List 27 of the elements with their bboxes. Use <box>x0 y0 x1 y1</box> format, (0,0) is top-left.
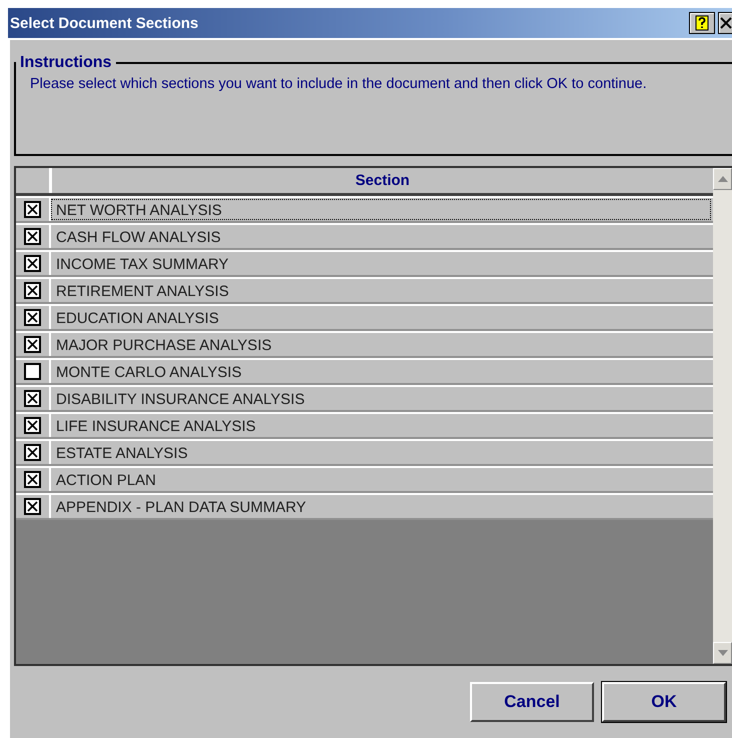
checkbox[interactable] <box>24 444 41 461</box>
checkbox[interactable] <box>24 336 41 353</box>
up-arrow-icon <box>718 176 728 182</box>
scroll-down-button[interactable] <box>713 642 732 664</box>
checkbox[interactable] <box>24 471 41 488</box>
section-cell[interactable]: NET WORTH ANALYSIS <box>51 199 711 220</box>
checkbox[interactable] <box>24 282 41 299</box>
checkbox[interactable] <box>24 228 41 245</box>
close-button[interactable] <box>718 12 732 34</box>
scrollbar[interactable] <box>713 168 732 664</box>
checkbox[interactable] <box>24 417 41 434</box>
ok-button[interactable]: OK <box>602 682 726 722</box>
checkbox[interactable] <box>24 255 41 272</box>
instructions-text: Please select which sections you want to include in the document and then click OK to continue. <box>30 75 648 94</box>
scroll-up-button[interactable] <box>713 168 732 190</box>
help-button[interactable] <box>689 12 715 34</box>
help-icon <box>695 15 709 31</box>
close-icon <box>720 17 732 29</box>
group-legend: Instructions <box>16 54 116 72</box>
down-arrow-icon <box>718 650 728 656</box>
checkbox[interactable] <box>24 390 41 407</box>
checkbox[interactable] <box>24 309 41 326</box>
checkbox[interactable] <box>24 498 41 515</box>
checkbox[interactable] <box>24 201 41 218</box>
checkbox[interactable] <box>24 363 41 380</box>
window-title: Select Document Sections <box>10 14 200 32</box>
cancel-button[interactable]: Cancel <box>470 682 594 722</box>
